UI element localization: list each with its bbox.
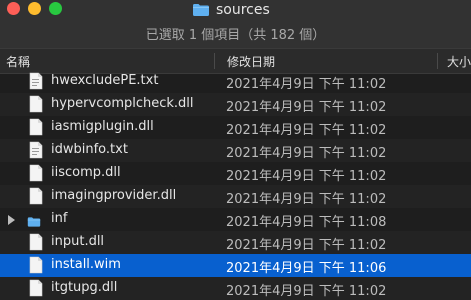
file-name: itgtupg.dll xyxy=(51,280,118,295)
document-icon xyxy=(29,141,43,159)
file-modified-date: 2021年4月9日 下午 11:08 xyxy=(226,215,387,230)
close-window-button[interactable] xyxy=(7,2,20,15)
selection-status: 已選取 1 個項目（共 182 個） xyxy=(145,28,326,43)
file-row[interactable]: idwbinfo.txt 2021年4月9日 下午 11:02 xyxy=(0,139,471,162)
file-name: iasmigplugin.dll xyxy=(51,119,154,134)
file-modified-date: 2021年4月9日 下午 11:02 xyxy=(226,192,387,207)
file-row[interactable]: imagingprovider.dll 2021年4月9日 下午 11:02 xyxy=(0,185,471,208)
file-modified-date: 2021年4月9日 下午 11:02 xyxy=(226,284,387,299)
document-icon xyxy=(29,233,43,251)
file-modified-date: 2021年4月9日 下午 11:06 xyxy=(226,261,387,276)
folder-icon xyxy=(27,217,41,227)
file-name: input.dll xyxy=(51,234,105,249)
file-row[interactable]: iiscomp.dll 2021年4月9日 下午 11:02 xyxy=(0,162,471,185)
column-header-size[interactable]: 大小 xyxy=(447,53,471,70)
file-row[interactable]: hypervcomplcheck.dll 2021年4月9日 下午 11:02 xyxy=(0,93,471,116)
file-row[interactable]: itgtupg.dll 2021年4月9日 下午 11:02 xyxy=(0,277,471,300)
document-icon xyxy=(29,187,43,205)
document-icon xyxy=(29,72,43,90)
file-name: hypervcomplcheck.dll xyxy=(51,96,194,111)
folder-row[interactable]: inf 2021年4月9日 下午 11:08 xyxy=(0,208,471,231)
file-row[interactable]: hwexcludePE.txt 2021年4月9日 下午 11:02 xyxy=(0,70,471,93)
file-name: install.wim xyxy=(51,257,121,272)
folder-icon xyxy=(193,4,209,16)
file-row[interactable]: iasmigplugin.dll 2021年4月9日 下午 11:02 xyxy=(0,116,471,139)
file-modified-date: 2021年4月9日 下午 11:02 xyxy=(226,146,387,161)
file-modified-date: 2021年4月9日 下午 11:02 xyxy=(226,238,387,253)
file-name: iiscomp.dll xyxy=(51,165,121,180)
minimize-window-button[interactable] xyxy=(28,2,41,15)
column-header-modified[interactable]: 修改日期 xyxy=(227,53,275,70)
window-titlebar: sources 已選取 1 個項目（共 182 個） xyxy=(0,0,471,48)
file-modified-date: 2021年4月9日 下午 11:02 xyxy=(226,100,387,115)
file-modified-date: 2021年4月9日 下午 11:02 xyxy=(226,123,387,138)
column-divider[interactable] xyxy=(437,53,438,69)
file-name: imagingprovider.dll xyxy=(51,188,177,203)
document-icon xyxy=(29,279,43,297)
disclosure-triangle-icon[interactable] xyxy=(8,215,15,225)
file-name: hwexcludePE.txt xyxy=(51,73,159,88)
file-modified-date: 2021年4月9日 下午 11:02 xyxy=(226,169,387,184)
document-icon xyxy=(29,164,43,182)
document-icon xyxy=(29,118,43,136)
file-row[interactable]: input.dll 2021年4月9日 下午 11:02 xyxy=(0,231,471,254)
file-name: inf xyxy=(51,211,68,226)
document-icon xyxy=(29,95,43,113)
document-icon xyxy=(29,256,43,274)
column-divider[interactable] xyxy=(214,53,215,69)
window-title-text: sources xyxy=(216,2,270,18)
file-row[interactable]: install.wim 2021年4月9日 下午 11:06 xyxy=(0,254,471,277)
column-header-name[interactable]: 名稱 xyxy=(6,53,30,70)
zoom-window-button[interactable] xyxy=(49,2,62,15)
window-title: sources xyxy=(192,0,270,20)
file-modified-date: 2021年4月9日 下午 11:02 xyxy=(226,77,387,92)
file-name: idwbinfo.txt xyxy=(51,142,128,157)
